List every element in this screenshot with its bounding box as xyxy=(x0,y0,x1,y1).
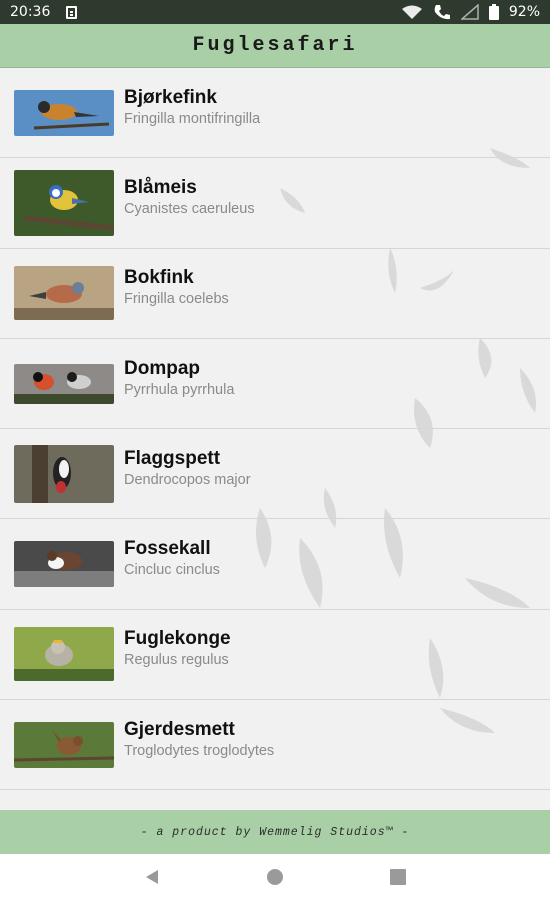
bird-thumbnail xyxy=(14,363,114,404)
footer: - a product by Wemmelig Studios™ - xyxy=(0,810,550,854)
bird-text: Flaggspett Dendrocopos major xyxy=(124,448,251,490)
bird-name: Bjørkefink xyxy=(124,86,217,108)
bird-text: Gjerdesmett Troglodytes troglodytes xyxy=(124,719,274,761)
bird-text: Blåmeis Cyanistes caeruleus xyxy=(124,177,255,219)
status-icons: 92% xyxy=(401,4,540,20)
bird-latin-name: Cyanistes caeruleus xyxy=(124,200,255,217)
bird-latin-name: Pyrrhula pyrrhula xyxy=(124,381,235,398)
sim-card-icon xyxy=(66,5,78,19)
list-item[interactable]: Dompap Pyrrhula pyrrhula xyxy=(0,339,550,430)
bird-thumbnail xyxy=(14,627,114,682)
list-item[interactable]: Bokfink Fringilla coelebs xyxy=(0,249,550,339)
home-icon xyxy=(266,869,283,885)
bird-name: Bokfink xyxy=(124,267,194,289)
bird-thumbnail xyxy=(14,444,114,503)
bird-name: Dompap xyxy=(124,357,200,379)
app-title: Fuglesafari xyxy=(192,34,358,57)
list-item[interactable]: Fossekall Cincluc cinclus xyxy=(0,519,550,610)
list-item[interactable]: Gjerdesmett Troglodytes troglodytes xyxy=(0,700,550,791)
bird-latin-name: Troglodytes troglodytes xyxy=(124,742,275,759)
back-button[interactable] xyxy=(127,857,177,897)
bird-name: Fossekall xyxy=(124,538,211,560)
bird-latin-name: Fringilla montifringilla xyxy=(124,110,261,127)
signal-icon xyxy=(460,4,479,20)
list-item[interactable]: Blåmeis Cyanistes caeruleus xyxy=(0,158,550,249)
battery-level: 92% xyxy=(508,4,540,20)
list-item[interactable]: Bjørkefink Fringilla montifringilla xyxy=(0,68,550,159)
bird-thumbnail xyxy=(14,169,114,236)
bird-name: Flaggspett xyxy=(124,447,221,469)
app-bar: Fuglesafari xyxy=(0,24,550,68)
wifi-icon xyxy=(401,5,422,19)
bird-text: Fossekall Cincluc cinclus xyxy=(124,538,220,580)
bird-thumbnail xyxy=(14,89,114,136)
bird-name: Blåmeis xyxy=(124,176,197,198)
bird-name: Fuglekonge xyxy=(124,628,231,650)
bird-thumbnail xyxy=(14,721,114,768)
list-item[interactable]: Fuglekonge Regulus regulus xyxy=(0,610,550,701)
recents-button[interactable] xyxy=(373,857,423,897)
bird-thumbnail xyxy=(14,541,114,588)
bird-text: Bokfink Fringilla coelebs xyxy=(124,267,229,309)
navigation-bar xyxy=(0,854,550,900)
bird-latin-name: Regulus regulus xyxy=(124,652,229,669)
status-time: 20:36 xyxy=(10,4,51,20)
footer-credit: - a product by Wemmelig Studios™ - xyxy=(140,825,410,839)
status-bar: 20:36 92% xyxy=(0,0,550,24)
bird-latin-name: Dendrocopos major xyxy=(124,471,251,488)
bird-thumbnail xyxy=(14,266,114,321)
bird-text: Dompap Pyrrhula pyrrhula xyxy=(124,358,234,400)
bird-text: Fuglekonge Regulus regulus xyxy=(124,628,231,670)
recents-icon xyxy=(390,869,407,885)
battery-icon xyxy=(488,4,499,20)
bird-list[interactable]: Bjørkefink Fringilla montifringilla Blåm… xyxy=(0,68,550,810)
bird-name: Gjerdesmett xyxy=(124,718,235,740)
home-button[interactable] xyxy=(250,857,300,897)
back-icon xyxy=(145,870,158,884)
bird-text: Bjørkefink Fringilla montifringilla xyxy=(124,87,260,129)
bird-latin-name: Cincluc cinclus xyxy=(124,562,220,579)
bird-latin-name: Fringilla coelebs xyxy=(124,291,229,308)
call-icon xyxy=(434,5,450,20)
list-item[interactable]: Flaggspett Dendrocopos major xyxy=(0,429,550,520)
